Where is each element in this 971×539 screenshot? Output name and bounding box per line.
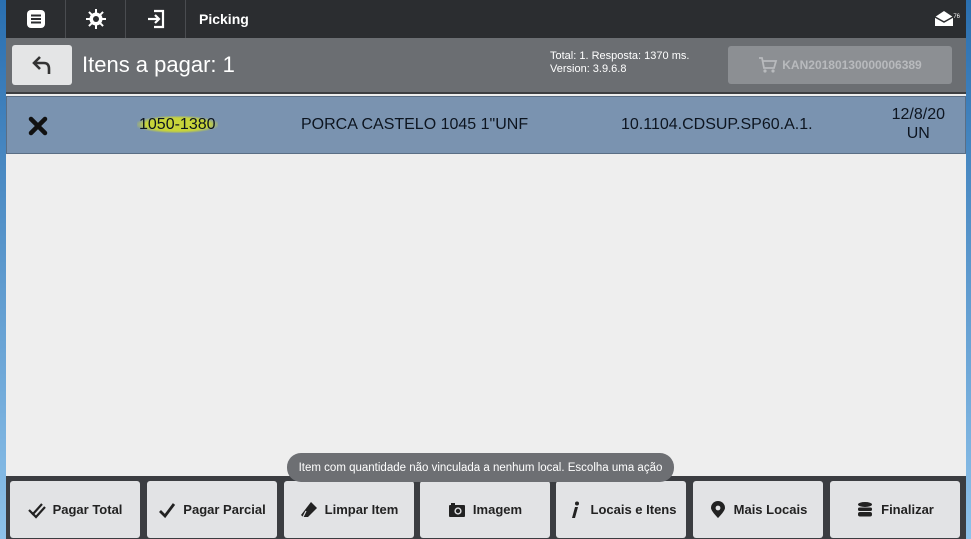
imagem-label: Imagem [472,502,523,517]
pagar-total-label: Pagar Total [52,502,123,517]
toast-message: Item com quantidade não vinculada a nenh… [287,453,674,482]
kan-label: KAN20180130000006389 [782,58,922,72]
limpar-item-label: Limpar Item [324,502,399,517]
app-window: Picking 76 Itens a pagar: 1 Total: 1. Re… [0,0,971,539]
items-list: 1050-1380 PORCA CASTELO 1045 1"UNF 10.11… [6,94,966,476]
double-check-icon [27,502,46,519]
item-quantity: 12/8/20 UN [892,105,945,143]
menu-button[interactable] [6,0,66,38]
desktop-edge-right [966,0,971,539]
top-toolbar: Picking 76 [6,0,966,38]
stats-version: Version: 3.9.6.8 [550,63,627,75]
kan-cart-button[interactable]: KAN20180130000006389 [728,46,952,84]
item-quantity-value: 12/8/20 [891,106,945,123]
finalizar-button[interactable]: Finalizar [830,481,960,538]
back-arrow-icon [32,56,51,74]
check-icon [159,502,176,518]
limpar-item-button[interactable]: Limpar Item [284,481,414,538]
locais-itens-button[interactable]: Locais e Itens [556,481,686,538]
item-location: 10.1104.CDSUP.SP60.A.1. [621,116,813,133]
pagar-parcial-button[interactable]: Pagar Parcial [147,481,277,538]
pagar-parcial-label: Pagar Parcial [183,502,266,517]
item-unit: UN [906,125,930,142]
back-button[interactable] [12,45,72,85]
cart-icon [759,57,778,73]
imagem-button[interactable]: Imagem [420,481,550,538]
list-item[interactable]: 1050-1380 PORCA CASTELO 1045 1"UNF 10.11… [6,96,966,154]
screen-title: Picking [199,11,249,27]
close-icon[interactable] [27,115,49,137]
item-description: PORCA CASTELO 1045 1"UNF [301,116,529,133]
mail-icon [934,11,954,26]
info-icon [571,501,579,518]
map-pin-icon [710,500,725,518]
database-icon [858,501,873,516]
messages-button[interactable]: 76 [922,0,966,38]
item-code: 1050-1380 [137,116,218,134]
item-code-text: 1050-1380 [137,116,218,133]
mais-locais-label: Mais Locais [733,502,808,517]
gear-icon [85,9,106,29]
locais-itens-label: Locais e Itens [590,502,677,517]
menu-icon [26,10,45,28]
page-title: Itens a pagar: 1 [82,52,235,77]
login-button[interactable] [126,0,186,38]
header-bar: Itens a pagar: 1 Total: 1. Resposta: 137… [6,38,966,92]
camera-icon [448,502,465,517]
pagar-total-button[interactable]: Pagar Total [10,481,140,538]
settings-button[interactable] [66,0,126,38]
eraser-icon [300,501,317,517]
stats-info: Total: 1. Resposta: 1370 ms. Version: 3.… [550,50,689,76]
stats-total: Total: 1. Resposta: 1370 ms. [550,50,690,62]
finalizar-label: Finalizar [881,502,934,517]
message-count: 76 [953,14,960,20]
login-icon [147,9,164,29]
action-bar: Pagar Total Pagar Parcial Limpar Item Im… [6,476,966,539]
mais-locais-button[interactable]: Mais Locais [693,481,823,538]
